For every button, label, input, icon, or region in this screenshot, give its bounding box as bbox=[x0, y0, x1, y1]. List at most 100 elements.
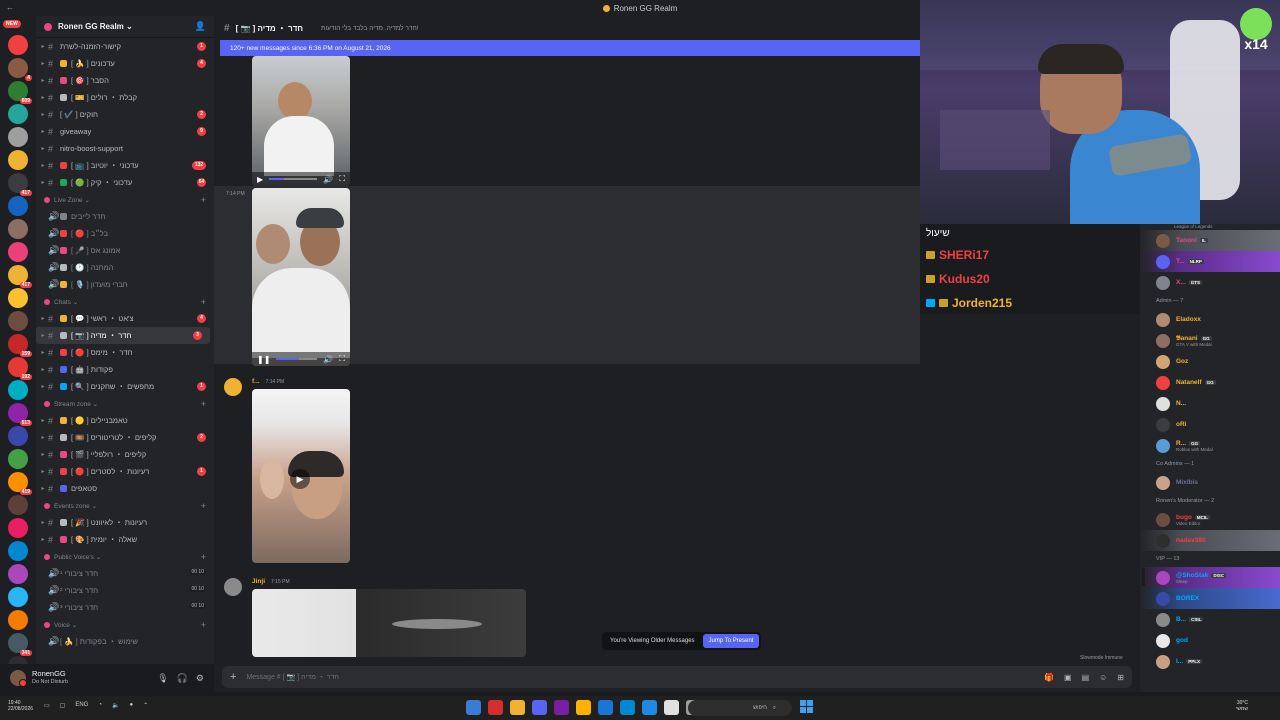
channel-item[interactable]: ▸ # [ 🟡 ] טאמבניילים bbox=[36, 412, 214, 429]
voice-channel[interactable]: 🔊 חדר ציבורי ² 00 10 bbox=[36, 582, 214, 599]
guild-icon[interactable] bbox=[8, 449, 28, 469]
member-item[interactable]: I... PPLX bbox=[1140, 651, 1280, 672]
video-attachment[interactable]: ❚❚ 🔊 ⛶ bbox=[252, 188, 350, 366]
emoji-icon[interactable]: ☺ bbox=[1099, 673, 1107, 682]
guild-icon[interactable] bbox=[8, 518, 28, 538]
guild-icon[interactable]: 159 bbox=[8, 334, 32, 357]
video-controls[interactable]: ▶ 🔊 ⛶ bbox=[252, 172, 350, 186]
apps-icon[interactable]: ⊞ bbox=[1117, 673, 1124, 682]
member-item[interactable]: N... bbox=[1140, 393, 1280, 414]
member-item[interactable]: nadav380 bbox=[1140, 530, 1280, 551]
discord-icon[interactable] bbox=[532, 700, 547, 715]
guild-icon[interactable] bbox=[8, 242, 28, 262]
channel-item[interactable]: ▸ # [ ✔️ ] חוקים 2 bbox=[36, 106, 214, 123]
member-item[interactable]: oRi bbox=[1140, 414, 1280, 435]
voice-channel[interactable]: 🔊 [ 🕐 ] המתנה bbox=[36, 259, 214, 276]
voice-channel[interactable]: 🔊[ 🍌 ] שימוש ・ בפקודות bbox=[36, 633, 214, 650]
terminal-icon[interactable] bbox=[664, 700, 679, 715]
guild-icon[interactable]: 417 bbox=[8, 173, 32, 196]
guild-icon[interactable] bbox=[8, 610, 28, 630]
guild-icon[interactable]: 417 bbox=[8, 265, 32, 288]
wifi-icon[interactable]: ◔ bbox=[98, 702, 102, 709]
category-header[interactable]: Public Voice's ⌄ + bbox=[36, 548, 214, 565]
fullscreen-icon[interactable]: ⛶ bbox=[339, 354, 345, 364]
volume-icon[interactable]: 🔊 bbox=[323, 355, 333, 364]
play-icon[interactable]: ▶ bbox=[290, 469, 310, 489]
add-channel-icon[interactable]: + bbox=[201, 195, 206, 205]
member-item[interactable]: Natanelf GG bbox=[1140, 372, 1280, 393]
guild-icon[interactable] bbox=[8, 288, 28, 308]
battery-icon[interactable]: ▢ bbox=[60, 702, 66, 709]
chevron-up-icon[interactable]: ⌃ bbox=[143, 702, 148, 709]
fullscreen-icon[interactable]: ⛶ bbox=[339, 174, 345, 184]
channel-item[interactable]: ▸ # סטאפים bbox=[36, 480, 214, 497]
channel-item[interactable]: ▸ # [ 🎞️ ] קליפים ・ לטריטוריס 2 bbox=[36, 429, 214, 446]
edge-icon[interactable] bbox=[642, 700, 657, 715]
guild-icon[interactable] bbox=[8, 150, 28, 170]
gear-icon[interactable]: ⚙ bbox=[196, 673, 204, 684]
voice-channel[interactable]: 🔊 חדר ציבורי ¹ 00 10 bbox=[36, 565, 214, 582]
add-attachment-button[interactable]: + bbox=[230, 671, 236, 683]
channel-item[interactable]: ▸ # קישור-הזמנה-לשרת 1 bbox=[36, 38, 214, 55]
voice-channel[interactable]: 🔊 [ 🎙️ ] חברי מועדון bbox=[36, 276, 214, 293]
voice-channel[interactable]: 🔊 [ 🎤 ] אמונג אס bbox=[36, 242, 214, 259]
guild-icon[interactable] bbox=[8, 196, 28, 216]
guild-icon[interactable] bbox=[8, 541, 28, 561]
channel-item[interactable]: ▸ # [ 🍌 ] עדכונים 4 bbox=[36, 55, 214, 72]
guild-icon[interactable]: 609 bbox=[8, 81, 32, 104]
channel-item[interactable]: ▸ # giveaway 9 bbox=[36, 123, 214, 140]
windows-start-icon[interactable] bbox=[800, 700, 814, 714]
channel-item[interactable]: ▸ # [ 🔴 ] חדר ・ מימס bbox=[36, 344, 214, 361]
guild-icon[interactable] bbox=[8, 656, 28, 664]
guild-icon[interactable]: 419 bbox=[8, 472, 32, 495]
guild-icon[interactable] bbox=[8, 104, 28, 124]
steam-icon[interactable] bbox=[598, 700, 613, 715]
guild-icon[interactable]: 192 bbox=[8, 357, 32, 380]
video-progress[interactable] bbox=[276, 358, 318, 360]
voice-channel[interactable]: 🔊 חדר לייבים bbox=[36, 208, 214, 225]
channel-item[interactable]: ▸ # [ 🎉 ] רעיונות ・ לאיוונט bbox=[36, 514, 214, 531]
channel-item[interactable]: ▸ # [ 🎯 ] הסבר bbox=[36, 72, 214, 89]
chrome-icon[interactable] bbox=[510, 700, 525, 715]
channel-item[interactable]: ▸ # [ 🎫 ] קבלת ・ רולים bbox=[36, 89, 214, 106]
video-attachment[interactable] bbox=[252, 589, 526, 657]
back-arrow-icon[interactable]: ← bbox=[6, 3, 14, 12]
add-channel-icon[interactable]: + bbox=[201, 552, 206, 562]
video-controls[interactable]: ❚❚ 🔊 ⛶ bbox=[252, 352, 350, 366]
guild-icon[interactable]: 4 bbox=[8, 58, 32, 81]
message-input[interactable]: Message # [ 📷 ] חדר ・ מדיה bbox=[246, 672, 339, 682]
headset-icon[interactable]: 🎧 bbox=[177, 673, 188, 684]
guild-icon[interactable] bbox=[8, 495, 28, 515]
guild-icon[interactable]: 341 bbox=[8, 633, 32, 656]
channel-item[interactable]: ▸ # [ 🟢 ] עדכוני ・ קיק 64 bbox=[36, 174, 214, 191]
member-item[interactable]: B... CSIL bbox=[1140, 609, 1280, 630]
member-item[interactable]: bugo MCIL Video Editor bbox=[1140, 509, 1280, 530]
volume-icon[interactable]: 🔊 bbox=[323, 175, 333, 184]
play-icon[interactable]: ▶ bbox=[257, 175, 263, 184]
guild-icon[interactable] bbox=[8, 587, 28, 607]
microphone-icon[interactable]: 🎙 bbox=[157, 673, 168, 684]
channel-item[interactable]: ▸ # [ 📷 ] חדר ・ מדיה 3 bbox=[36, 327, 210, 344]
category-header[interactable]: Voice ⌄ + bbox=[36, 616, 214, 633]
add-channel-icon[interactable]: + bbox=[201, 501, 206, 511]
store-icon[interactable] bbox=[620, 700, 635, 715]
weather-widget[interactable]: 30°C שמשי bbox=[1236, 700, 1248, 712]
add-channel-icon[interactable]: + bbox=[201, 620, 206, 630]
member-item[interactable]: Eladoxx bbox=[1140, 309, 1280, 330]
avatar[interactable] bbox=[10, 670, 27, 687]
video-attachment[interactable]: ▶ 🔊 ⛶ bbox=[252, 56, 350, 186]
screen-icon[interactable]: ▭ bbox=[44, 702, 50, 709]
member-item[interactable]: Tanoni IL bbox=[1140, 230, 1280, 251]
channel-item[interactable]: ▸ # [ 📺 ] עדכוני ・ יוטיוב 132 bbox=[36, 157, 214, 174]
channel-item[interactable]: ▸ # [ 🔍 ] מחפשים ・ שחקנים 1 bbox=[36, 378, 214, 395]
category-header[interactable]: Live Zone ⌄ + bbox=[36, 191, 214, 208]
add-channel-icon[interactable]: + bbox=[201, 297, 206, 307]
jump-to-present-button[interactable]: Jump To Present bbox=[702, 634, 760, 648]
member-item[interactable]: Mixlbis bbox=[1140, 472, 1280, 493]
guild-icon[interactable] bbox=[8, 35, 28, 55]
category-header[interactable]: Events zone ⌄ + bbox=[36, 497, 214, 514]
message-author[interactable]: f... 7:14 PM bbox=[252, 378, 284, 385]
member-item[interactable]: god bbox=[1140, 630, 1280, 651]
taskbar-search[interactable]: חיפוש ⌕ bbox=[688, 700, 792, 716]
member-item[interactable]: BOREX bbox=[1140, 588, 1280, 609]
